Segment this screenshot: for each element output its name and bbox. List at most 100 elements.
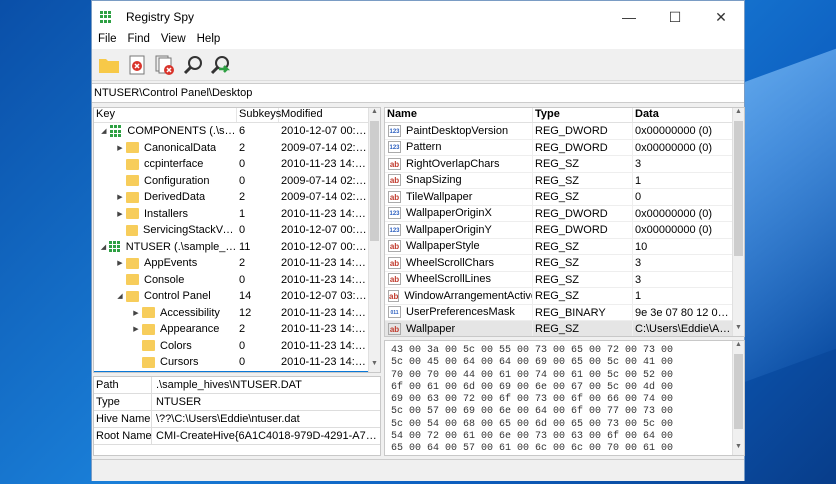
value-data: 3 [633,255,733,271]
value-name-cell: 123 WallpaperOriginX [385,205,533,221]
hex-line: 43 00 3a 00 5c 00 55 00 73 00 65 00 72 0… [391,345,674,356]
value-row[interactable]: 123 WallpaperOriginX REG_DWORD 0x00000000 (… [385,205,744,222]
values-scrollbar[interactable]: ▲ ▼ [732,108,744,336]
subkeys-count: 0 [239,224,246,237]
find-button[interactable] [182,54,204,76]
tree-row[interactable]: ServicingStackVer...0 2010-12-07 00:32:58 [94,222,380,239]
value-row[interactable]: ab WheelScrollLines REG_SZ 3 [385,271,744,288]
value-name: WallpaperOriginX [406,207,492,220]
value-row[interactable]: 123 PaintDesktopVersion REG_DWORD 0x0000000… [385,123,744,140]
value-row[interactable]: 011 UserPreferencesMask REG_BINARY 9e 3e 07… [385,304,744,321]
tree-key-cell: ▶ CanonicalData [94,142,237,154]
modified-date: 2010-11-23 14:47:06 [281,273,371,286]
value-name-cell: ab WindowArrangementActive [385,288,533,304]
tree-key-cell: Console [94,274,237,286]
tree-row[interactable]: ◢ COMPONENTS (.\sa...6 2010-12-07 00:10:29 [94,123,380,140]
menu-view[interactable]: View [161,33,186,49]
key-tree[interactable]: Key Subkeys Modified ◢ COMPONENTS (.\sa..… [93,107,381,373]
hex-line: 70 00 70 00 44 00 61 00 74 00 61 00 5c 0… [391,369,674,381]
close-hive-button[interactable] [126,54,148,76]
dword-value-icon: 123 [388,223,401,236]
key-path-bar[interactable]: NTUSER\Control Panel\Desktop [92,83,744,103]
col-type[interactable]: Type [533,108,633,122]
hex-line: 6f 00 61 00 6d 00 69 00 6e 00 67 00 5c 0… [391,381,674,393]
col-modified[interactable]: Modified [279,108,371,122]
collapsed-arrow-icon[interactable]: ▶ [114,144,126,152]
hex-scrollbar[interactable]: ▲ ▼ [732,341,744,455]
value-type: REG_SZ [533,255,633,271]
value-type: REG_DWORD [533,205,633,221]
tree-row[interactable]: ▶ Installers 1 2010-11-23 14:42:24 [94,206,380,223]
collapsed-arrow-icon[interactable]: ▶ [130,325,142,333]
tree-row[interactable]: Cursors 0 2010-11-23 14:47:25 [94,354,380,371]
values-list[interactable]: Name Type Data 123 PaintDesktopVersion REG… [384,107,745,337]
col-subkeys[interactable]: Subkeys [237,108,281,122]
value-row[interactable]: ab Wallpaper REG_SZ C:\Users\Eddie\Ap... [385,321,744,336]
tree-row[interactable]: ▶Desktop32010-12-07 00:26:10 [94,370,380,372]
info-key: Root Name [96,428,152,444]
collapsed-arrow-icon[interactable]: ▶ [114,259,126,267]
value-data: 0x00000000 (0) [633,139,733,155]
tree-row[interactable]: ▶ DerivedData 2 2009-07-14 02:08:00 [94,189,380,206]
folder-icon [142,340,155,352]
tree-scrollbar[interactable]: ▲ ▼ [368,108,380,372]
menu-find[interactable]: Find [128,33,150,49]
find-next-button[interactable] [210,54,232,76]
col-key[interactable]: Key [94,108,237,122]
maximize-button[interactable]: ☐ [652,9,698,26]
folder-icon [126,175,139,187]
col-name[interactable]: Name [385,108,533,122]
tree-row[interactable]: ▶ AppEvents 2 2010-11-23 14:47:06 [94,255,380,272]
value-row[interactable]: ab TileWallpaper REG_SZ 0 [385,189,744,206]
hex-view[interactable]: 43 00 3a 00 5c 00 55 00 73 00 65 00 72 0… [384,340,745,456]
collapsed-arrow-icon[interactable]: ▶ [114,193,126,201]
expanded-arrow-icon[interactable]: ◢ [98,127,110,135]
info-value: \??\C:\Users\Eddie\ntuser.dat [156,413,300,425]
value-row[interactable]: ab WindowArrangementActive REG_SZ 1 [385,288,744,305]
modified-date: 2009-07-14 02:08:00 [281,141,371,154]
folder-icon [126,158,139,170]
info-row: Root Name CMI-CreateHive{6A1C4018-979D-42… [94,428,380,445]
hive-info-table: Path .\sample_hives\NTUSER.DAT Type NTUSER H… [93,376,381,456]
subkeys-count: 2 [239,257,246,270]
minimize-button[interactable]: — [606,9,652,26]
tree-row[interactable]: ◢ Control Panel 14 2010-12-07 03:50:28 [94,288,380,305]
value-row[interactable]: ab WallpaperStyle REG_SZ 10 [385,238,744,255]
hex-line: 54 00 72 00 61 00 6e 00 73 00 63 00 6f 0… [391,431,674,443]
close-all-hives-button[interactable] [154,54,176,76]
string-value-icon: ab [388,157,401,170]
tree-row[interactable]: ▶ Appearance 2 2010-11-23 14:47:23 [94,321,380,338]
tree-row[interactable]: ccpinterface 0 2010-11-23 14:46:02 [94,156,380,173]
value-row[interactable]: ab RightOverlapChars REG_SZ 3 [385,156,744,173]
value-row[interactable]: ab WheelScrollChars REG_SZ 3 [385,255,744,272]
collapsed-arrow-icon[interactable]: ▶ [130,309,142,317]
tree-key-cell: Cursors [94,356,237,368]
tree-row[interactable]: ◢ NTUSER (.\sample_hiv... 11 2010-12-07 00:… [94,239,380,256]
hive-icon [108,240,121,253]
menu-help[interactable]: Help [197,33,221,49]
value-row[interactable]: 123 Pattern REG_DWORD 0x00000000 (0) [385,139,744,156]
expanded-arrow-icon[interactable]: ◢ [114,292,126,300]
collapsed-arrow-icon[interactable]: ▶ [114,210,126,218]
value-row[interactable]: ab SnapSizing REG_SZ 1 [385,172,744,189]
value-name-cell: ab SnapSizing [385,172,533,188]
modified-date: 2009-07-14 02:08:00 [281,174,371,187]
value-row[interactable]: 123 WallpaperOriginY REG_DWORD 0x00000000 (… [385,222,744,239]
col-data[interactable]: Data [633,108,733,122]
expanded-arrow-icon[interactable]: ◢ [98,243,109,251]
tree-row[interactable]: Configuration 0 2009-07-14 02:08:00 [94,173,380,190]
tree-row[interactable]: Colors 0 2010-11-23 14:47:24 [94,338,380,355]
tree-row[interactable]: Console 0 2010-11-23 14:47:06 [94,272,380,289]
folder-icon [126,142,139,154]
menu-file[interactable]: File [98,33,117,49]
subkeys-count: 2 [239,141,246,154]
modified-date: 2009-07-14 02:08:00 [281,191,371,204]
close-button[interactable]: ✕ [698,9,744,26]
tree-key-cell: ◢ COMPONENTS (.\sa... [94,125,237,137]
open-hive-button[interactable] [98,54,120,76]
value-type: REG_BINARY [533,304,633,320]
dword-value-icon: 123 [388,124,401,137]
tree-row[interactable]: ▶ CanonicalData 2 2009-07-14 02:08:00 [94,140,380,157]
tree-row[interactable]: ▶ Accessibility 12 2010-11-23 14:47:06 [94,305,380,322]
key-name: Control Panel [144,290,211,303]
